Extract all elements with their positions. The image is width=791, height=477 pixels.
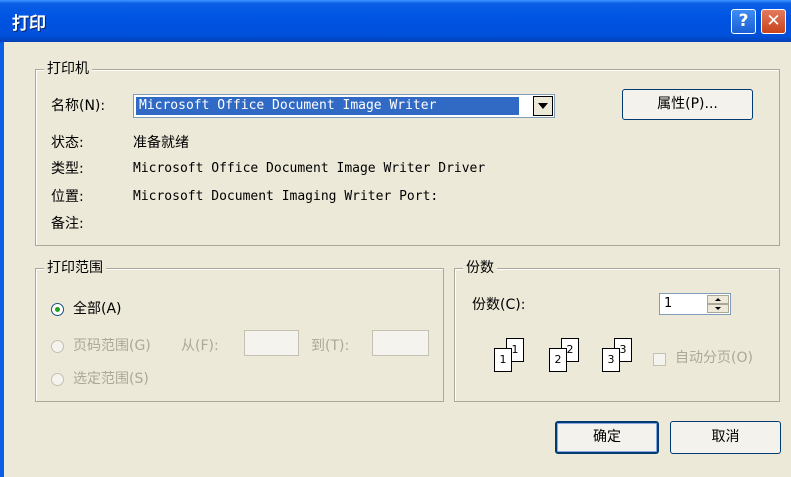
collate-checkbox[interactable]: [653, 353, 666, 366]
collate-page-icon: 1: [494, 348, 512, 372]
collate-page-icon: 2: [549, 348, 567, 372]
status-label: 状态:: [51, 135, 84, 151]
range-pages-label[interactable]: 页码范围(G): [73, 337, 151, 355]
cancel-button-label: 取消: [711, 429, 740, 445]
print-dialog: 打印 ? ✕ 打印机 名称(N): Microsoft Office Docum…: [0, 0, 791, 477]
copies-group: 份数: [454, 259, 780, 402]
range-all-label[interactable]: 全部(A): [73, 300, 122, 318]
copies-spin-buttons[interactable]: [707, 295, 729, 313]
printer-name-select[interactable]: Microsoft Office Document Image Writer: [133, 94, 555, 118]
title-bar[interactable]: 打印 ? ✕: [0, 0, 791, 42]
status-value: 准备就绪: [133, 135, 189, 151]
copies-group-title: 份数: [463, 259, 497, 277]
printer-name-value: Microsoft Office Document Image Writer: [136, 97, 519, 115]
copies-count-stepper[interactable]: 1: [659, 293, 731, 315]
spin-down-button[interactable]: [707, 304, 729, 313]
range-all-radio[interactable]: [51, 303, 64, 316]
range-selection-label[interactable]: 选定范围(S): [73, 370, 149, 388]
chevron-down-icon: [538, 103, 548, 109]
range-selection-radio[interactable]: [51, 373, 64, 386]
collate-page-icon: 3: [602, 348, 620, 372]
help-button[interactable]: ?: [731, 9, 756, 34]
range-from-input[interactable]: [244, 330, 299, 356]
close-button[interactable]: ✕: [761, 9, 786, 34]
cancel-button[interactable]: 取消: [670, 421, 781, 454]
printer-dropdown-button[interactable]: [533, 96, 553, 116]
help-icon: ?: [738, 11, 749, 31]
window-frame: [0, 42, 4, 477]
properties-button-label: 属性(P)...: [657, 96, 718, 112]
where-value: Microsoft Document Imaging Writer Port:: [133, 189, 439, 204]
printer-name-label: 名称(N):: [51, 98, 106, 114]
print-range-group-title: 打印范围: [44, 259, 106, 277]
ok-button[interactable]: 确定: [555, 421, 659, 454]
range-from-label: 从(F):: [181, 338, 219, 354]
spin-up-button[interactable]: [707, 295, 729, 304]
type-value: Microsoft Office Document Image Writer D…: [133, 161, 486, 176]
close-icon: ✕: [766, 11, 781, 31]
chevron-down-icon: [715, 307, 721, 310]
window-title: 打印: [12, 14, 46, 34]
properties-button[interactable]: 属性(P)...: [622, 89, 753, 120]
range-pages-radio[interactable]: [51, 340, 64, 353]
comment-label: 备注:: [51, 216, 84, 232]
collate-label[interactable]: 自动分页(O): [675, 349, 753, 367]
range-to-label: 到(T):: [311, 338, 350, 354]
copies-count-label: 份数(C):: [472, 297, 526, 313]
type-label: 类型:: [51, 161, 84, 177]
ok-button-label: 确定: [593, 429, 621, 445]
range-to-input[interactable]: [372, 330, 429, 356]
where-label: 位置:: [51, 189, 84, 205]
copies-count-value[interactable]: 1: [664, 295, 672, 313]
radio-selected-dot: [55, 307, 60, 312]
printer-group-title: 打印机: [44, 60, 92, 78]
chevron-up-icon: [715, 298, 721, 301]
